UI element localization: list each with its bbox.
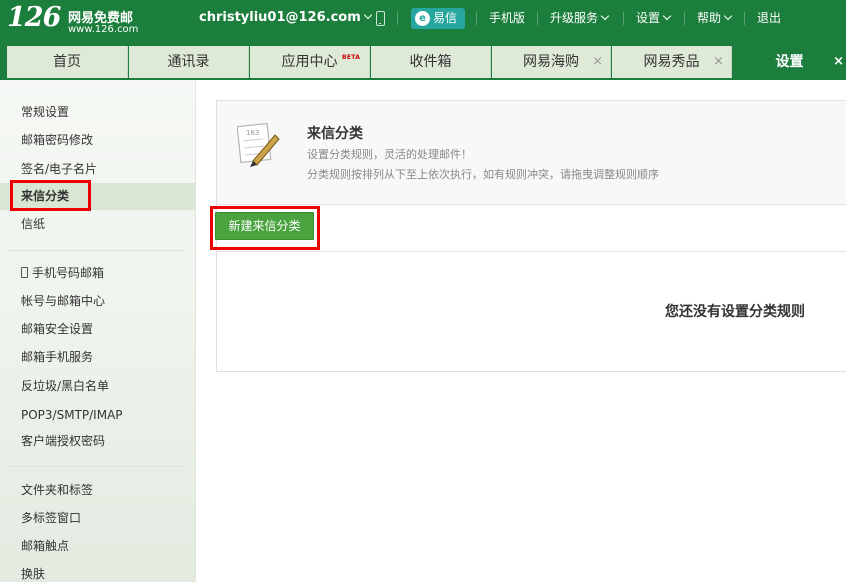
sidebar-item-security[interactable]: 邮箱安全设置: [0, 316, 195, 343]
settings-sidebar: 常规设置 邮箱密码修改 签名/电子名片 来信分类 信纸 手机号码邮箱 帐号与邮箱…: [0, 80, 196, 582]
page-description: 设置分类规则，灵活的处理邮件！: [307, 148, 472, 161]
page-hint: 分类规则按排列从下至上依次执行，如有规则冲突，请拖曳调整规则顺序: [307, 168, 659, 181]
tab-settings[interactable]: 设置 ×: [733, 46, 846, 78]
upgrade-service-menu[interactable]: 升级服务: [550, 0, 610, 38]
chevron-down-icon: [662, 11, 672, 21]
tab-label: 网易海购: [523, 54, 579, 70]
tab-netease-xiupin[interactable]: 网易秀品 ×: [612, 46, 732, 78]
sidebar-item-mail-filter[interactable]: 来信分类: [0, 183, 195, 210]
empty-state-message: 您还没有设置分类规则: [665, 304, 805, 320]
sidebar-item-client-auth[interactable]: 客户端授权密码: [0, 428, 195, 455]
sidebar-item-mobile-service[interactable]: 邮箱手机服务: [0, 344, 195, 371]
tab-label: 网易秀品: [643, 54, 700, 70]
logo-number: 126: [7, 2, 61, 33]
tab-label: 首页: [53, 54, 81, 70]
divider: [684, 12, 685, 25]
yixin-icon: e: [415, 11, 430, 26]
phone-icon: [21, 267, 28, 278]
tab-label: 设置: [775, 54, 804, 70]
sidebar-item-account-center[interactable]: 帐号与邮箱中心: [0, 288, 195, 315]
phone-icon[interactable]: [376, 11, 385, 26]
sidebar-item-password[interactable]: 邮箱密码修改: [0, 127, 195, 154]
sidebar-item-signature[interactable]: 签名/电子名片: [0, 156, 195, 183]
user-email: christyliu01@126.com: [199, 10, 361, 25]
close-icon[interactable]: ×: [833, 46, 844, 78]
note-icon-text: 163: [246, 129, 259, 137]
panel-header: 163 来信分类 设置分类规则，灵活的处理邮件！ 分类规则按排列从下至上依次执行…: [217, 101, 846, 205]
chevron-down-icon: [600, 11, 610, 21]
yixin-button[interactable]: e 易信: [411, 8, 465, 29]
help-menu[interactable]: 帮助: [697, 0, 733, 38]
settings-menu[interactable]: 设置: [636, 0, 672, 38]
tab-label: 通讯录: [167, 54, 210, 70]
tab-app-center[interactable]: 应用中心 BETA: [250, 46, 370, 78]
close-icon[interactable]: ×: [713, 46, 724, 78]
logout-link[interactable]: 退出: [757, 0, 781, 38]
sidebar-item-antispam[interactable]: 反垃圾/黑白名单: [0, 373, 195, 400]
tab-label: 收件箱: [409, 54, 452, 70]
tab-label: 应用中心: [281, 54, 338, 70]
sidebar-divider: [8, 466, 184, 467]
chevron-down-icon: [723, 11, 733, 21]
settings-label: 设置: [636, 11, 661, 25]
chevron-down-icon: [363, 10, 373, 20]
tab-netease-haigou[interactable]: 网易海购 ×: [492, 46, 611, 78]
sidebar-item-touchpoints[interactable]: 邮箱触点: [0, 533, 195, 560]
page-title: 来信分类: [307, 126, 363, 142]
divider: [397, 12, 398, 25]
sidebar-divider: [8, 250, 184, 251]
tab-contacts[interactable]: 通讯录: [129, 46, 249, 78]
beta-badge: BETA: [342, 54, 361, 61]
divider: [744, 12, 745, 25]
yixin-label: 易信: [433, 11, 458, 25]
help-label: 帮助: [697, 11, 722, 25]
divider: [476, 12, 477, 25]
tab-inbox[interactable]: 收件箱: [371, 46, 491, 78]
tab-home[interactable]: 首页: [7, 46, 128, 78]
tab-bar: 首页 通讯录 应用中心 BETA 收件箱 网易海购 × 网易秀品 × 设置 ×: [0, 38, 846, 80]
new-mail-filter-button[interactable]: 新建来信分类: [215, 212, 314, 240]
sidebar-item-stationery[interactable]: 信纸: [0, 211, 195, 238]
sidebar-item-multi-tab[interactable]: 多标签窗口: [0, 505, 195, 532]
divider: [623, 12, 624, 25]
sidebar-item-label: 手机号码邮箱: [32, 266, 105, 280]
pen-note-icon: 163: [237, 122, 280, 167]
sidebar-item-general[interactable]: 常规设置: [0, 99, 195, 126]
sidebar-item-folders-tags[interactable]: 文件夹和标签: [0, 477, 195, 504]
sidebar-item-skin[interactable]: 换肤: [0, 561, 195, 582]
user-account-menu[interactable]: christyliu01@126.com: [199, 0, 373, 38]
upgrade-service-label: 升级服务: [550, 11, 599, 25]
sidebar-item-phone-mailbox[interactable]: 手机号码邮箱: [0, 260, 195, 287]
close-icon[interactable]: ×: [592, 46, 603, 78]
sidebar-item-pop3-smtp-imap[interactable]: POP3/SMTP/IMAP: [0, 402, 195, 429]
mobile-version-link[interactable]: 手机版: [489, 0, 525, 38]
logo-url: www.126.com: [68, 24, 139, 35]
top-bar: 126 网易免费邮 www.126.com christyliu01@126.c…: [0, 0, 846, 38]
divider: [537, 12, 538, 25]
